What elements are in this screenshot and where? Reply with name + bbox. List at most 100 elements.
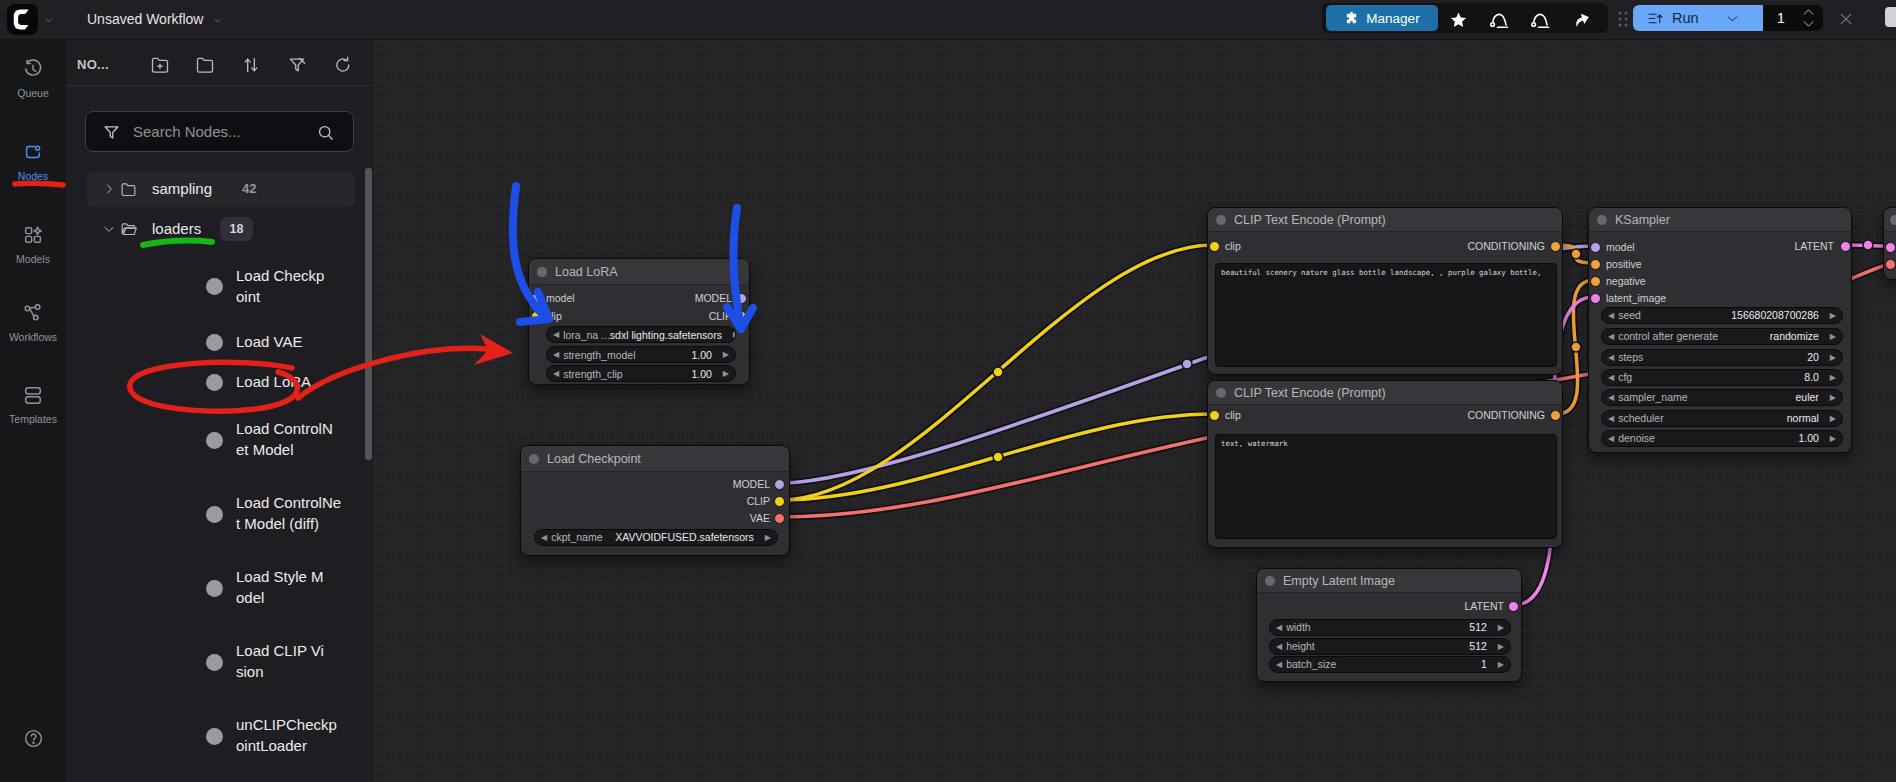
widget-strength-model[interactable]: ◀strength_model1.00▶	[546, 346, 736, 363]
widget-decrement-arrow[interactable]: ◀	[1608, 430, 1614, 447]
widget-increment-arrow[interactable]: ▶	[1830, 328, 1836, 345]
decrement-icon[interactable]	[1802, 20, 1815, 29]
widget-seed[interactable]: ◀seed156680208700286▶	[1601, 307, 1843, 324]
widget-batch-size[interactable]: ◀batch_size1▶	[1269, 656, 1511, 673]
widget-height[interactable]: ◀height512▶	[1269, 638, 1511, 655]
widget-increment-arrow[interactable]: ▶	[1830, 430, 1836, 447]
comfyui-logo[interactable]	[7, 4, 38, 35]
widget-increment-arrow[interactable]: ▶	[765, 529, 771, 546]
widget-increment-arrow[interactable]: ▶	[723, 346, 729, 363]
folder-row-sampling[interactable]: sampling 42	[87, 172, 355, 207]
sidebar-item-nodes[interactable]: Nodes	[0, 141, 66, 182]
widget-increment-arrow[interactable]: ▶	[1498, 656, 1504, 673]
node-collapse-dot[interactable]	[1216, 388, 1226, 398]
widget-scheduler[interactable]: ◀schedulernormal▶	[1601, 410, 1843, 427]
input-slot-vae[interactable]	[1885, 259, 1896, 270]
input-slot-positive[interactable]	[1590, 259, 1601, 270]
output-slot-latent[interactable]	[1840, 241, 1851, 252]
widget-increment-arrow[interactable]: ▶	[1830, 349, 1836, 366]
input-slot-clip[interactable]	[1209, 241, 1220, 252]
node-collapse-dot[interactable]	[1890, 215, 1896, 225]
node-load-checkpoint[interactable]: Load Checkpoint MODEL CLIP VAE ◀ckpt_nam…	[520, 445, 790, 556]
widget-increment-arrow[interactable]: ▶	[1830, 389, 1836, 406]
refresh-icon[interactable]	[333, 55, 353, 75]
node-collapse-dot[interactable]	[537, 267, 547, 277]
search-nodes-input[interactable]: Search Nodes...	[85, 111, 354, 152]
prompt-textarea[interactable]: beautiful scenery nature glass bottle la…	[1215, 263, 1557, 367]
output-slot-clip[interactable]	[774, 496, 785, 507]
widget-decrement-arrow[interactable]: ◀	[1608, 307, 1614, 324]
share-icon[interactable]	[1572, 10, 1592, 30]
input-slot-model[interactable]	[1590, 242, 1601, 253]
input-slot-clip[interactable]	[531, 311, 542, 322]
widget-decrement-arrow[interactable]: ◀	[1608, 328, 1614, 345]
node-collapse-dot[interactable]	[1597, 215, 1607, 225]
output-slot-conditioning[interactable]	[1550, 410, 1561, 421]
widget-decrement-arrow[interactable]: ◀	[1276, 656, 1282, 673]
output-slot-conditioning[interactable]	[1550, 241, 1561, 252]
widget-increment-arrow[interactable]: ▶	[733, 326, 736, 343]
widget-control-after-generate[interactable]: ◀control after generaterandomize▶	[1601, 328, 1843, 345]
output-slot-model[interactable]	[774, 479, 785, 490]
widget-denoise[interactable]: ◀denoise1.00▶	[1601, 430, 1843, 447]
increment-icon[interactable]	[1802, 7, 1815, 16]
node-collapse-dot[interactable]	[1265, 576, 1275, 586]
output-slot-clip[interactable]	[736, 311, 747, 322]
widget-decrement-arrow[interactable]: ◀	[1608, 369, 1614, 386]
widget-steps[interactable]: ◀steps20▶	[1601, 349, 1843, 366]
widget-increment-arrow[interactable]: ▶	[1830, 369, 1836, 386]
node-load-lora[interactable]: Load LoRA model MODEL clip CLIP ◀lora_na…	[528, 258, 750, 385]
input-slot-clip[interactable]	[1209, 410, 1220, 421]
input-slot-latent-image[interactable]	[1590, 293, 1601, 304]
node-partial-right[interactable]	[1883, 207, 1896, 280]
widget-sampler-name[interactable]: ◀sampler_nameeuler▶	[1601, 389, 1843, 406]
close-icon[interactable]	[1838, 11, 1854, 27]
node-ksampler[interactable]: KSampler model positive negative latent_…	[1588, 207, 1852, 453]
manager-button[interactable]: Manager	[1326, 5, 1438, 31]
widget-decrement-arrow[interactable]: ◀	[1608, 389, 1614, 406]
output-slot-model[interactable]	[736, 293, 747, 304]
input-slot-model[interactable]	[531, 293, 542, 304]
sidebar-help-button[interactable]	[0, 728, 66, 753]
filter-clear-icon[interactable]	[287, 55, 307, 75]
folder-row-loaders[interactable]: loaders 18	[87, 212, 355, 247]
widget-cfg[interactable]: ◀cfg8.0▶	[1601, 369, 1843, 386]
sidebar-item-models[interactable]: Models	[0, 224, 66, 265]
batch-count-control[interactable]: 1	[1763, 5, 1823, 31]
widget-width[interactable]: ◀width512▶	[1269, 619, 1511, 636]
widget-decrement-arrow[interactable]: ◀	[553, 326, 559, 343]
panel-scrollbar[interactable]	[365, 168, 372, 460]
new-folder-icon[interactable]	[150, 55, 170, 75]
lasso-tool-icon[interactable]	[1488, 8, 1512, 32]
workflow-title[interactable]: Unsaved Workflow	[87, 11, 203, 27]
widget-increment-arrow[interactable]: ▶	[1498, 619, 1504, 636]
sort-icon[interactable]	[241, 55, 261, 75]
run-button[interactable]: Run	[1633, 5, 1763, 31]
run-options-caret[interactable]	[1725, 11, 1740, 26]
widget-decrement-arrow[interactable]: ◀	[541, 529, 547, 546]
drag-handle-icon[interactable]	[1616, 10, 1630, 28]
widget-strength-clip[interactable]: ◀strength_clip1.00▶	[546, 365, 736, 382]
node-clip-text-encode-negative[interactable]: CLIP Text Encode (Prompt) clip CONDITION…	[1207, 380, 1563, 548]
widget-increment-arrow[interactable]: ▶	[1498, 638, 1504, 655]
workflow-title-caret[interactable]	[213, 16, 222, 25]
logo-menu-caret[interactable]	[44, 16, 53, 25]
output-slot-vae[interactable]	[774, 513, 785, 524]
output-slot-latent[interactable]	[1508, 601, 1519, 612]
widget-lora-name[interactable]: ◀lora_na ...sdxl lighting.safetensors▶	[546, 326, 736, 343]
widget-decrement-arrow[interactable]: ◀	[1608, 410, 1614, 427]
sidebar-item-queue[interactable]: Queue	[0, 58, 66, 99]
widget-increment-arrow[interactable]: ▶	[1830, 410, 1836, 427]
input-slot-negative[interactable]	[1590, 276, 1601, 287]
node-empty-latent-image[interactable]: Empty Latent Image LATENT ◀width512▶ ◀he…	[1256, 568, 1522, 682]
node-collapse-dot[interactable]	[529, 454, 539, 464]
widget-decrement-arrow[interactable]: ◀	[1276, 638, 1282, 655]
node-clip-text-encode-positive[interactable]: CLIP Text Encode (Prompt) clip CONDITION…	[1207, 207, 1563, 375]
node-collapse-dot[interactable]	[1216, 215, 1226, 225]
widget-decrement-arrow[interactable]: ◀	[1276, 619, 1282, 636]
widget-decrement-arrow[interactable]: ◀	[553, 365, 559, 382]
input-slot-samples[interactable]	[1885, 242, 1896, 253]
edge-partial-button[interactable]	[1885, 7, 1896, 27]
widget-decrement-arrow[interactable]: ◀	[1608, 349, 1614, 366]
prompt-textarea[interactable]: text, watermark	[1215, 434, 1557, 539]
